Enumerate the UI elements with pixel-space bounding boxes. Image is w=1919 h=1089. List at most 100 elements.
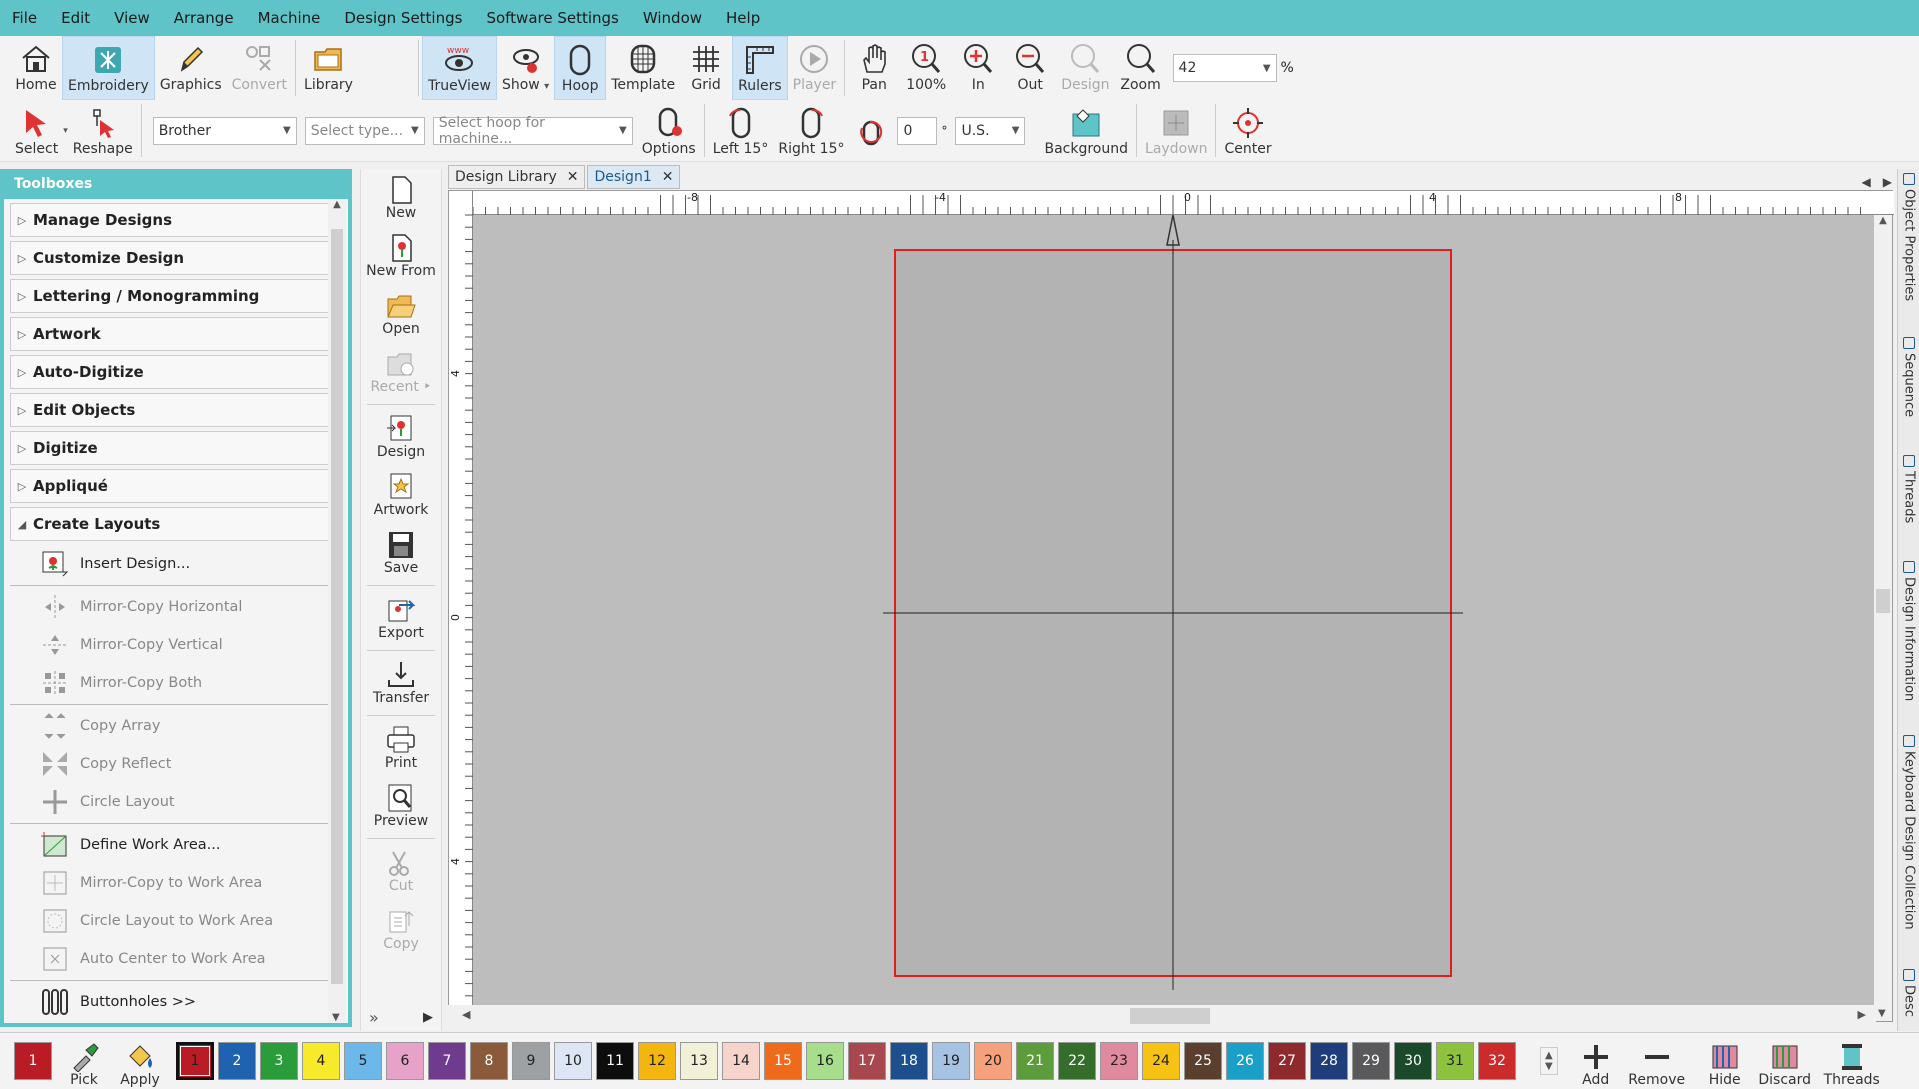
player-button[interactable]: Player <box>788 36 842 100</box>
select-button[interactable]: Select <box>10 100 63 161</box>
artwork-button[interactable]: Artwork <box>361 466 441 524</box>
background-button[interactable]: Background <box>1039 100 1133 161</box>
thread-swatch[interactable]: 18 <box>890 1042 928 1080</box>
section-artwork[interactable]: ▷ Artwork <box>10 317 330 351</box>
thread-swatch[interactable]: 32 <box>1478 1042 1516 1080</box>
thread-swatch[interactable]: 20 <box>974 1042 1012 1080</box>
define-work-area-item[interactable]: Define Work Area... <box>10 826 330 864</box>
zoom-combo[interactable]: 42 ▼ <box>1172 54 1277 82</box>
mirror-copy-both-item[interactable]: Mirror-Copy Both <box>10 664 330 702</box>
thread-swatch[interactable]: 13 <box>680 1042 718 1080</box>
docker-tab-desc[interactable]: Desc <box>1900 969 1918 1017</box>
mirror-copy-vertical-item[interactable]: Mirror-Copy Vertical <box>10 626 330 664</box>
section-auto-digitize[interactable]: ▷ Auto-Digitize <box>10 355 330 389</box>
docker-tab-threads[interactable]: Threads <box>1900 455 1918 523</box>
auto-center-work-area-item[interactable]: Auto Center to Work Area <box>10 940 330 978</box>
zoom-in-button[interactable]: In <box>952 36 1004 100</box>
thread-swatch[interactable]: 7 <box>428 1042 466 1080</box>
new-from-button[interactable]: New From <box>361 227 441 285</box>
thread-swatch[interactable]: 31 <box>1436 1042 1474 1080</box>
thread-swatch[interactable]: 10 <box>554 1042 592 1080</box>
rulers-button[interactable]: Rulers <box>732 36 788 100</box>
menu-help[interactable]: Help <box>714 0 772 36</box>
thread-swatch[interactable]: 27 <box>1268 1042 1306 1080</box>
section-lettering[interactable]: ▷ Lettering / Monogramming <box>10 279 330 313</box>
reshape-button[interactable]: Reshape <box>68 100 138 161</box>
docker-tab-keyboard-design-collection[interactable]: Keyboard Design Collection <box>1900 735 1918 930</box>
expand-toolbar-icon[interactable]: ▶ <box>423 1010 433 1025</box>
scroll-up-icon[interactable]: ▲ <box>328 199 346 210</box>
close-icon[interactable]: ✕ <box>662 169 674 185</box>
menu-machine[interactable]: Machine <box>246 0 333 36</box>
section-edit-objects[interactable]: ▷ Edit Objects <box>10 393 330 427</box>
section-manage-designs[interactable]: ▷ Manage Designs <box>10 203 330 237</box>
tab-scroll-right-icon[interactable]: ▶ <box>1877 175 1898 189</box>
pan-button[interactable]: Pan <box>848 36 900 100</box>
menu-edit[interactable]: Edit <box>49 0 102 36</box>
buttonholes-item[interactable]: Buttonholes >> <box>10 983 330 1021</box>
thread-swatch[interactable]: 26 <box>1226 1042 1264 1080</box>
insert-design-item[interactable]: Insert Design... <box>10 545 330 583</box>
zoom-button[interactable]: Zoom <box>1115 36 1167 100</box>
threads-button[interactable]: Threads <box>1824 1034 1880 1088</box>
machine-select[interactable]: Brother ▼ <box>152 116 297 145</box>
thread-swatch[interactable]: 11 <box>596 1042 634 1080</box>
design-canvas[interactable]: -8 -4 0 4 8 4 0 4 ▲ ▼ <box>448 190 1894 1022</box>
section-applique[interactable]: ▷ Appliqué <box>10 469 330 503</box>
zoom-out-button[interactable]: Out <box>1004 36 1056 100</box>
toolbox-scrollbar[interactable]: ▲ ▼ <box>328 199 346 1023</box>
thread-swatch[interactable]: 6 <box>386 1042 424 1080</box>
menu-window[interactable]: Window <box>631 0 714 36</box>
thread-swatch[interactable]: 29 <box>1352 1042 1390 1080</box>
hoop-button[interactable]: Hoop <box>554 36 607 100</box>
docker-tab-design-information[interactable]: Design Information <box>1900 561 1918 701</box>
convert-button[interactable]: Convert <box>227 36 292 100</box>
tab-scroll-left-icon[interactable]: ◀ <box>1856 175 1877 189</box>
section-customize-design[interactable]: ▷ Customize Design <box>10 241 330 275</box>
menu-design-settings[interactable]: Design Settings <box>332 0 474 36</box>
thread-swatch[interactable]: 24 <box>1142 1042 1180 1080</box>
section-create-layouts[interactable]: ◢ Create Layouts <box>10 507 330 541</box>
scroll-right-icon[interactable]: ▶ <box>1858 1008 1866 1021</box>
show-button[interactable]: Show ▾ <box>497 36 554 100</box>
menu-arrange[interactable]: Arrange <box>162 0 246 36</box>
menu-file[interactable]: File <box>0 0 49 36</box>
thread-swatch[interactable]: 5 <box>344 1042 382 1080</box>
thread-swatch[interactable]: 28 <box>1310 1042 1348 1080</box>
scroll-down-icon[interactable]: ▼ <box>332 1012 340 1023</box>
circle-layout-item[interactable]: Circle Layout <box>10 783 330 821</box>
thread-swatch[interactable]: 9 <box>512 1042 550 1080</box>
type-select[interactable]: Select type... ▼ <box>304 116 425 145</box>
docker-tab-sequence[interactable]: Sequence <box>1900 337 1918 417</box>
embroidery-button[interactable]: Embroidery <box>62 36 155 100</box>
open-button[interactable]: Open <box>361 285 441 343</box>
units-select[interactable]: U.S. ▼ <box>955 116 1026 145</box>
thread-swatch[interactable]: 19 <box>932 1042 970 1080</box>
thread-swatch[interactable]: 17 <box>848 1042 886 1080</box>
library-button[interactable]: Library <box>299 36 358 100</box>
scroll-left-icon[interactable]: ◀ <box>462 1008 470 1021</box>
pick-button[interactable]: Pick <box>56 1034 112 1088</box>
thread-swatch[interactable]: 30 <box>1394 1042 1432 1080</box>
copy-reflect-item[interactable]: Copy Reflect <box>10 745 330 783</box>
thread-swatch[interactable]: 21 <box>1016 1042 1054 1080</box>
thread-swatch[interactable]: 14 <box>722 1042 760 1080</box>
options-button[interactable]: Options <box>637 100 701 161</box>
rotation-input[interactable]: 0 <box>897 116 938 145</box>
thread-swatch[interactable]: 2 <box>218 1042 256 1080</box>
canvas-vscrollbar[interactable]: ▲ ▼ <box>1874 215 1892 1021</box>
scroll-down-icon[interactable]: ▼ <box>1878 1008 1886 1019</box>
transfer-button[interactable]: Transfer <box>361 654 441 712</box>
thread-swatch[interactable]: 1 <box>176 1042 214 1080</box>
preview-button[interactable]: Preview <box>361 777 441 835</box>
toolbox-scroll-thumb[interactable] <box>331 229 343 984</box>
center-button[interactable]: Center <box>1219 100 1276 161</box>
home-button[interactable]: Home <box>10 36 62 100</box>
thread-swatch[interactable]: 23 <box>1100 1042 1138 1080</box>
apply-button[interactable]: Apply <box>112 1034 168 1088</box>
rotate-right-button[interactable]: Right 15° <box>773 100 849 161</box>
thread-swatch[interactable]: 25 <box>1184 1042 1222 1080</box>
menu-software-settings[interactable]: Software Settings <box>474 0 630 36</box>
zoom-100-button[interactable]: 1 100% <box>900 36 952 100</box>
template-button[interactable]: Template <box>606 36 680 100</box>
